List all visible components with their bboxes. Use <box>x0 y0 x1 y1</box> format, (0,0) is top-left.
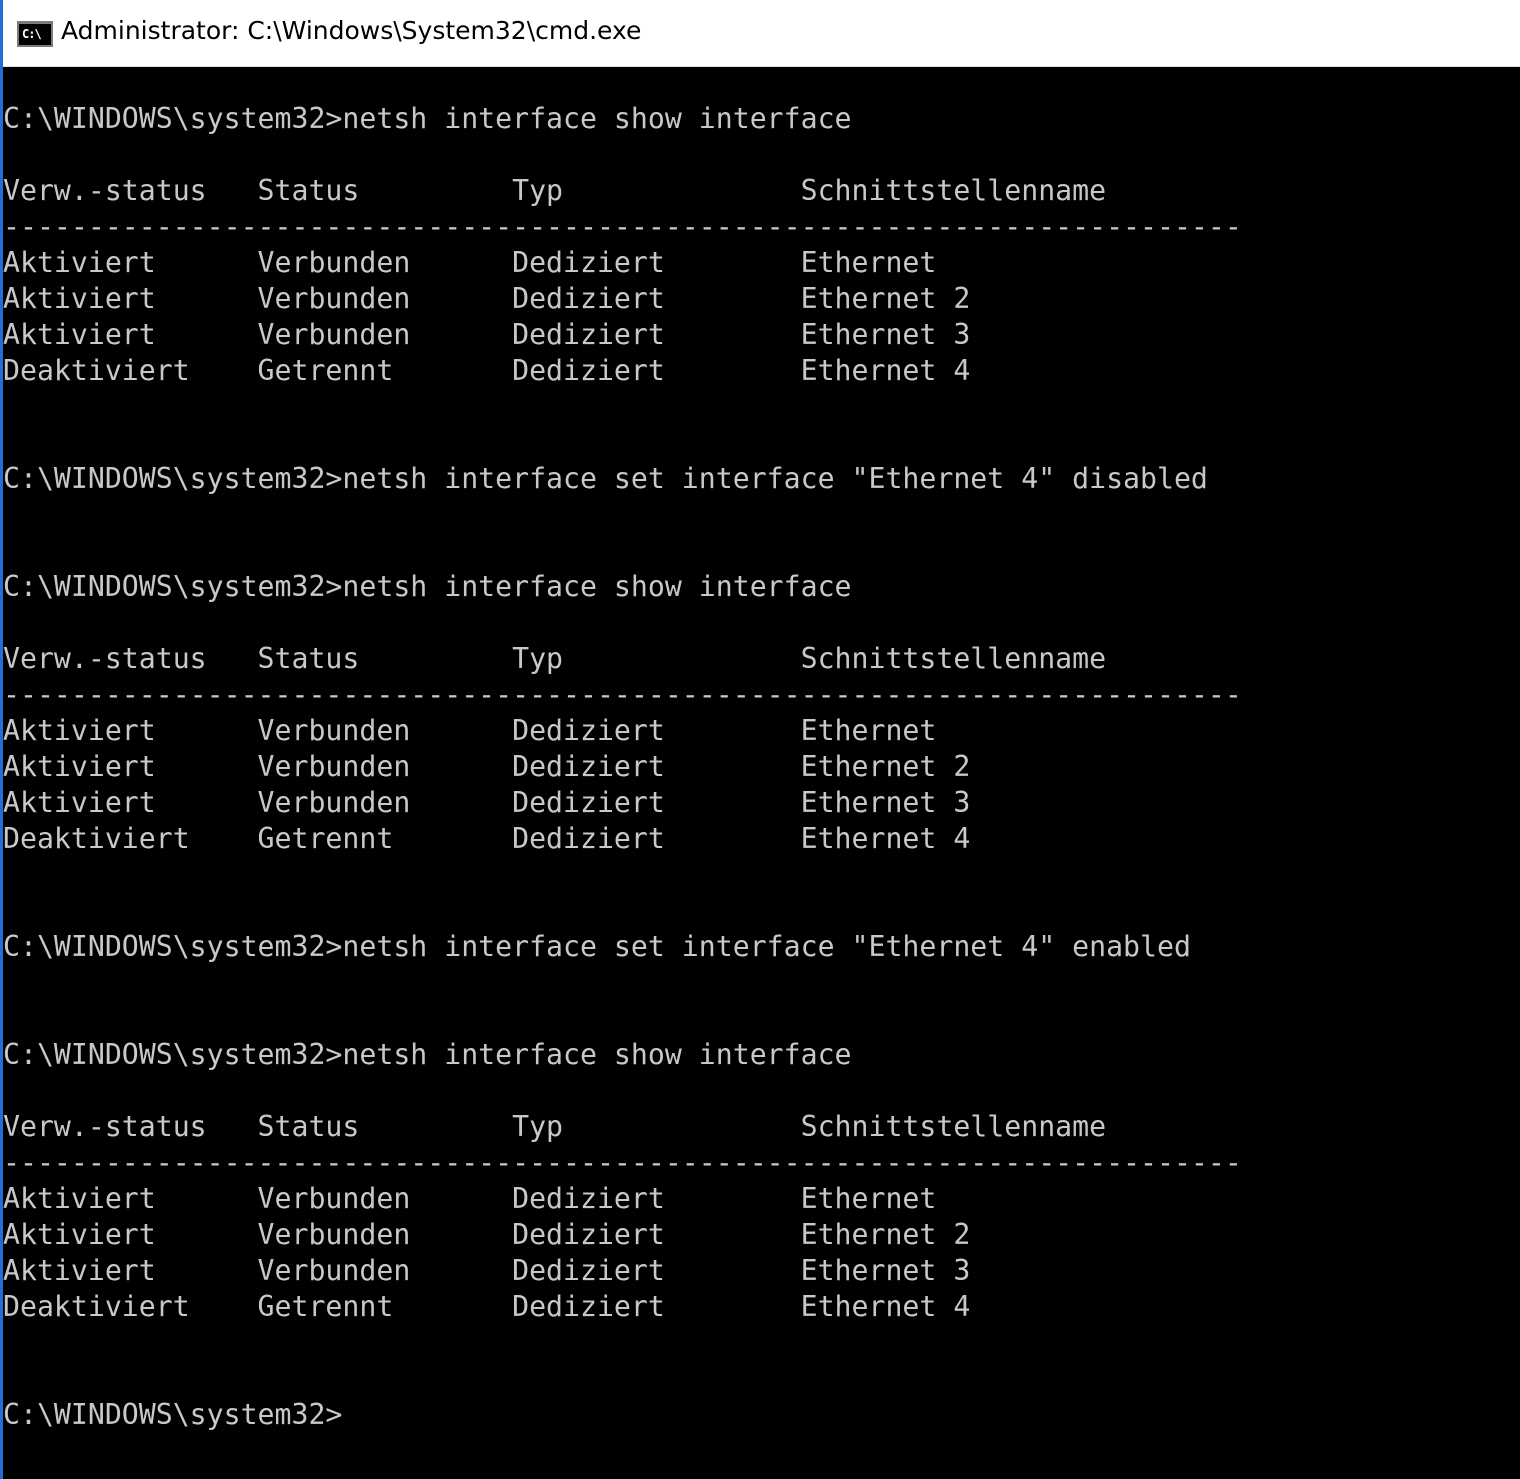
console-output[interactable]: C:\WINDOWS\system32>netsh interface show… <box>3 101 1520 1433</box>
console-line: Aktiviert Verbunden Dediziert Ethernet 2 <box>3 282 971 315</box>
console-line: Aktiviert Verbunden Dediziert Ethernet <box>3 714 937 747</box>
console-line: Aktiviert Verbunden Dediziert Ethernet <box>3 246 937 279</box>
console-line: Deaktiviert Getrennt Dediziert Ethernet … <box>3 1290 971 1323</box>
window-title: Administrator: C:\Windows\System32\cmd.e… <box>61 16 642 45</box>
console-line: C:\WINDOWS\system32>netsh interface show… <box>3 1038 852 1071</box>
console-line: Verw.-status Status Typ Schnittstellenna… <box>3 1110 1107 1143</box>
console-line: Deaktiviert Getrennt Dediziert Ethernet … <box>3 822 971 855</box>
console-line: Aktiviert Verbunden Dediziert Ethernet 2 <box>3 1218 971 1251</box>
console-line: ----------------------------------------… <box>3 1146 1242 1179</box>
console-line: Aktiviert Verbunden Dediziert Ethernet 2 <box>3 750 971 783</box>
console-line: C:\WINDOWS\system32>netsh interface set … <box>3 462 1208 495</box>
console-line: ----------------------------------------… <box>3 210 1242 243</box>
console-line: Aktiviert Verbunden Dediziert Ethernet 3 <box>3 318 971 351</box>
console-line: Aktiviert Verbunden Dediziert Ethernet 3 <box>3 1254 971 1287</box>
console-line: Verw.-status Status Typ Schnittstellenna… <box>3 174 1107 207</box>
console-line: C:\WINDOWS\system32> <box>3 1398 343 1431</box>
console-line: C:\WINDOWS\system32>netsh interface show… <box>3 102 852 135</box>
title-bar[interactable]: C:\ Administrator: C:\Windows\System32\c… <box>3 0 1520 67</box>
console-line: Aktiviert Verbunden Dediziert Ethernet 3 <box>3 786 971 819</box>
console-line: Verw.-status Status Typ Schnittstellenna… <box>3 642 1107 675</box>
console-line: Aktiviert Verbunden Dediziert Ethernet <box>3 1182 937 1215</box>
console-line: Deaktiviert Getrennt Dediziert Ethernet … <box>3 354 971 387</box>
cmd-window: C:\ Administrator: C:\Windows\System32\c… <box>0 0 1520 1479</box>
cmd-icon: C:\ <box>17 21 53 47</box>
console-line: C:\WINDOWS\system32>netsh interface show… <box>3 570 852 603</box>
console-line: C:\WINDOWS\system32>netsh interface set … <box>3 930 1191 963</box>
console-line: ----------------------------------------… <box>3 678 1242 711</box>
